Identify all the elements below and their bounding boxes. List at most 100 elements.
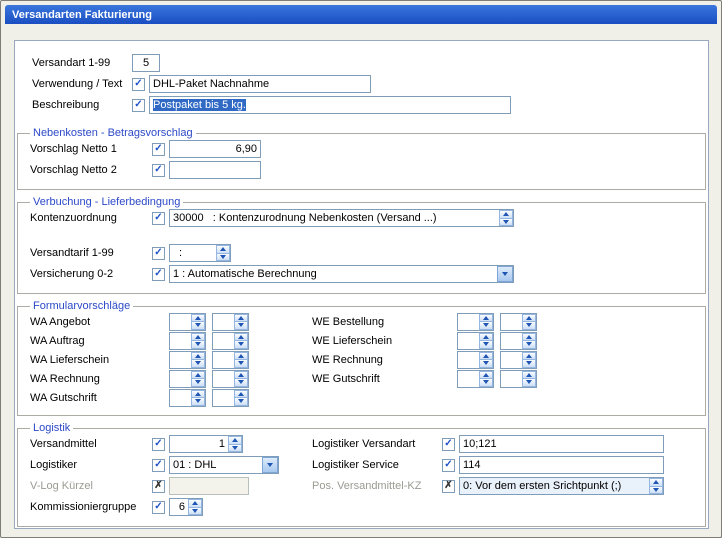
spin-up-button[interactable]: [234, 314, 248, 323]
netto2-input[interactable]: [169, 161, 261, 179]
formular-spinner[interactable]: [169, 389, 206, 407]
logistiker-label: Logistiker: [30, 459, 152, 471]
spin-down-button[interactable]: [216, 254, 230, 262]
spin-down-button[interactable]: [522, 322, 536, 330]
spin-down-button[interactable]: [188, 508, 202, 516]
versicherung-dropdown[interactable]: 1 : Automatische Berechnung: [169, 265, 514, 283]
formular-spinner[interactable]: [457, 332, 494, 350]
spin-down-button[interactable]: [191, 360, 205, 368]
spin-up-button[interactable]: [522, 333, 536, 342]
netto1-input[interactable]: 6,90: [169, 140, 261, 158]
formular-spinner[interactable]: [457, 370, 494, 388]
beschreibung-checkbox[interactable]: ✓: [132, 99, 145, 112]
spin-up-button[interactable]: [191, 352, 205, 361]
spin-down-button[interactable]: [479, 360, 493, 368]
logistiker-service-checkbox[interactable]: ✓: [442, 459, 455, 472]
spin-down-button[interactable]: [191, 322, 205, 330]
spin-down-button[interactable]: [234, 360, 248, 368]
dropdown-button[interactable]: [497, 266, 513, 282]
spin-up-button[interactable]: [522, 352, 536, 361]
spin-down-button[interactable]: [191, 341, 205, 349]
formular-spinner[interactable]: [212, 389, 249, 407]
spin-up-button[interactable]: [191, 314, 205, 323]
logistiker-checkbox[interactable]: ✓: [152, 459, 165, 472]
spin-up-button[interactable]: [479, 333, 493, 342]
formular-spinner[interactable]: [500, 332, 537, 350]
spin-down-button[interactable]: [479, 341, 493, 349]
beschreibung-input[interactable]: Postpaket bis 5 kg.: [149, 96, 511, 114]
spin-up-button[interactable]: [499, 210, 513, 219]
spin-up-button[interactable]: [234, 390, 248, 399]
window-title: Versandarten Fakturierung: [12, 9, 152, 21]
spin-up-button[interactable]: [522, 371, 536, 380]
spin-up-button[interactable]: [191, 371, 205, 380]
logistiker-service-input[interactable]: 114: [459, 456, 664, 474]
spin-down-button[interactable]: [649, 487, 663, 495]
formular-spinner[interactable]: [500, 351, 537, 369]
formular-spinner[interactable]: [169, 351, 206, 369]
spin-down-button[interactable]: [234, 379, 248, 387]
logistiker-dropdown[interactable]: 01 : DHL: [169, 456, 279, 474]
spin-down-button[interactable]: [191, 398, 205, 406]
netto1-checkbox[interactable]: ✓: [152, 143, 165, 156]
versandmittel-checkbox[interactable]: ✓: [152, 438, 165, 451]
logistiker-versandart-row: Logistiker Versandart ✓ 10;121: [312, 434, 693, 454]
netto2-checkbox[interactable]: ✓: [152, 164, 165, 177]
spin-down-button[interactable]: [479, 379, 493, 387]
pos-versandmittel-kz-checkbox[interactable]: ✗: [442, 480, 455, 493]
versandmittel-spinner[interactable]: 1: [169, 435, 243, 453]
dropdown-button[interactable]: [262, 457, 278, 473]
kommissioniergruppe-checkbox[interactable]: ✓: [152, 501, 165, 514]
verwendung-checkbox[interactable]: ✓: [132, 78, 145, 91]
versandart-input[interactable]: 5: [132, 54, 160, 72]
kontenzuordnung-combobox[interactable]: 30000 : Kontenzurodnung Nebenkosten (Ver…: [169, 209, 514, 227]
spin-down-button[interactable]: [522, 379, 536, 387]
formular-spinner[interactable]: [457, 351, 494, 369]
spin-up-button[interactable]: [188, 499, 202, 508]
arrow-down-icon: [503, 220, 509, 224]
formular-spinner[interactable]: [212, 370, 249, 388]
pos-versandmittel-kz-combobox[interactable]: 0: Vor dem ersten Srichtpunkt (;): [459, 477, 664, 495]
spin-up-button[interactable]: [522, 314, 536, 323]
vlog-input[interactable]: [169, 477, 249, 495]
spin-up-button[interactable]: [191, 333, 205, 342]
formular-spinner[interactable]: [169, 370, 206, 388]
spin-up-button[interactable]: [479, 371, 493, 380]
spin-down-button[interactable]: [522, 360, 536, 368]
versicherung-checkbox[interactable]: ✓: [152, 268, 165, 281]
formular-spinner[interactable]: [457, 313, 494, 331]
spin-up-button[interactable]: [191, 390, 205, 399]
spin-up-button[interactable]: [479, 314, 493, 323]
formular-spinner[interactable]: [500, 370, 537, 388]
kontenzuordnung-checkbox[interactable]: ✓: [152, 212, 165, 225]
formular-spinner[interactable]: [500, 313, 537, 331]
spin-up-button[interactable]: [234, 371, 248, 380]
versandtarif-checkbox[interactable]: ✓: [152, 247, 165, 260]
spin-down-button[interactable]: [228, 445, 242, 453]
verwendung-input[interactable]: DHL-Paket Nachnahme: [149, 75, 371, 93]
spin-down-button[interactable]: [234, 322, 248, 330]
spin-down-button[interactable]: [479, 322, 493, 330]
versandtarif-combobox[interactable]: :: [169, 244, 231, 262]
formular-spinner[interactable]: [212, 332, 249, 350]
vlog-checkbox[interactable]: ✗: [152, 480, 165, 493]
spin-down-button[interactable]: [234, 398, 248, 406]
spin-up-button[interactable]: [649, 478, 663, 487]
formular-spinner[interactable]: [212, 313, 249, 331]
kommissioniergruppe-spinner[interactable]: 6: [169, 498, 203, 516]
spin-down-button[interactable]: [234, 341, 248, 349]
spin-up-button[interactable]: [479, 352, 493, 361]
spin-down-button[interactable]: [499, 219, 513, 227]
spin-down-button[interactable]: [191, 379, 205, 387]
spin-up-button[interactable]: [216, 245, 230, 254]
spin-up-button[interactable]: [234, 333, 248, 342]
formular-spinner[interactable]: [169, 313, 206, 331]
formular-spinner[interactable]: [169, 332, 206, 350]
spin-down-button[interactable]: [522, 341, 536, 349]
spin-up-button[interactable]: [234, 352, 248, 361]
logistiker-versandart-input[interactable]: 10;121: [459, 435, 664, 453]
formular-spinner[interactable]: [212, 351, 249, 369]
window-titlebar[interactable]: Versandarten Fakturierung: [5, 5, 717, 24]
logistiker-versandart-checkbox[interactable]: ✓: [442, 438, 455, 451]
spin-up-button[interactable]: [228, 436, 242, 445]
